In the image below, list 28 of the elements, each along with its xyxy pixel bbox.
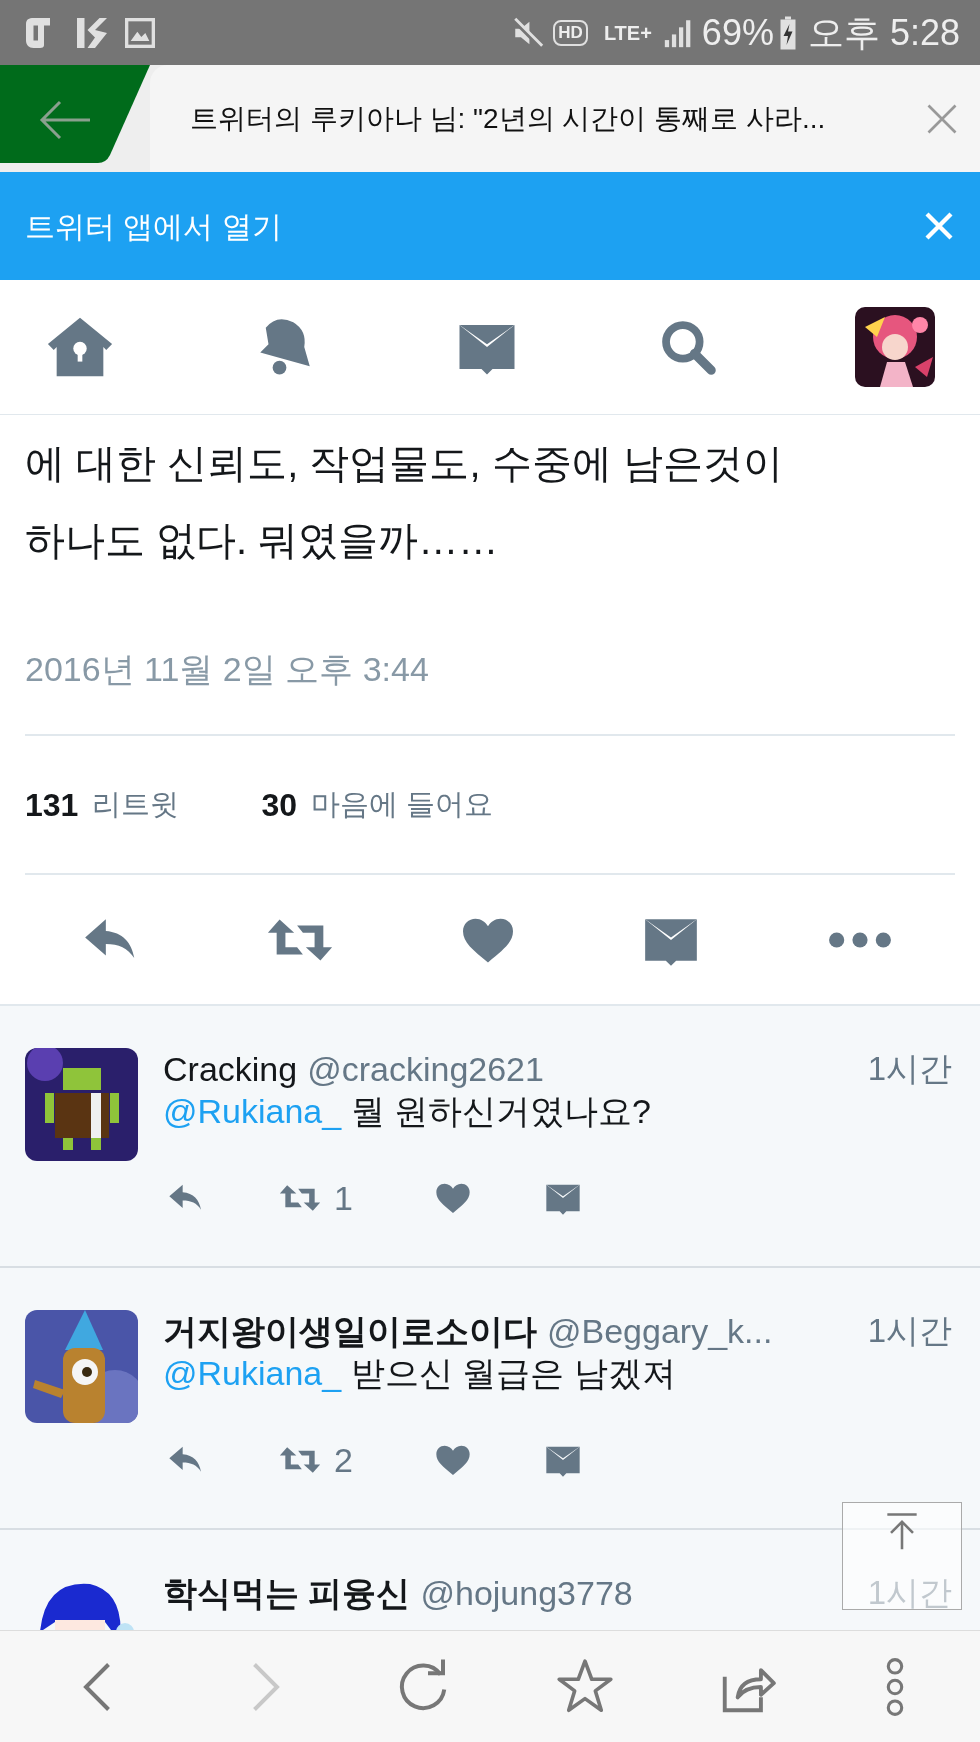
close-icon[interactable] (923, 210, 955, 242)
reply-author-handle[interactable]: @hojung3778 (420, 1567, 633, 1619)
stat-count: 30 (261, 785, 297, 825)
browser-tab[interactable]: 트위터의 루키아나 님: "2년의 시간이 통째로 사라... (150, 65, 980, 172)
back-button[interactable] (0, 65, 150, 163)
reply-time: 1시간 (867, 1312, 952, 1350)
tab-title: 트위터의 루키아나 님: "2년의 시간이 통째로 사라... (190, 101, 826, 136)
scroll-to-top-button[interactable] (842, 1502, 962, 1610)
stat-label[interactable]: 리트윗 (92, 782, 180, 827)
banner-text: 트위터 앱에서 열기 (25, 208, 282, 245)
hd-indicator: HD (553, 19, 588, 46)
tweet-timestamp: 2016년 11월 2일 오후 3:44 (25, 649, 430, 689)
retweet-count: 1 (334, 1177, 353, 1219)
mute-icon (511, 15, 546, 50)
mention-link[interactable]: @Rukiana_ (163, 1354, 342, 1392)
stat-label[interactable]: 마음에 들어요 (311, 782, 494, 827)
stat-count: 131 (25, 785, 79, 825)
open-in-app-banner[interactable]: 트위터 앱에서 열기 (0, 172, 980, 280)
reply-time: 1시간 (867, 1574, 952, 1612)
reply-time: 1시간 (867, 1050, 952, 1088)
image-icon (124, 16, 156, 49)
clock: 오후 5:28 (807, 10, 960, 55)
reply-author-name[interactable]: 학식먹는 피융신 (163, 1567, 411, 1619)
battery-percent: 69% (701, 10, 774, 55)
network-indicator: LTE+ (603, 20, 652, 46)
tweet-text: 에 대한 신뢰도, 작업물도, 수중에 남은것이 하나도 없다. 뭐였을까…… (25, 440, 784, 564)
mention-link[interactable]: @Rukiana_ (163, 1092, 342, 1130)
retweet-count: 2 (334, 1439, 353, 1481)
